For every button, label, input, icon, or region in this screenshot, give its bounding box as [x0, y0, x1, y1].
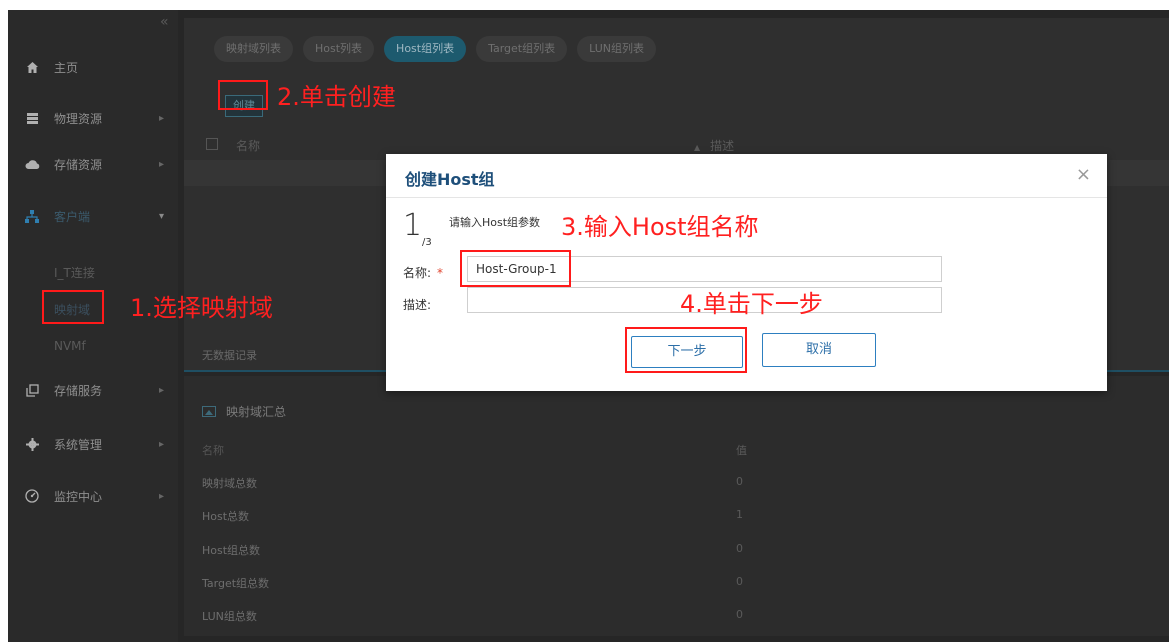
sub-item-it-connection[interactable]: I_T连接	[54, 264, 95, 281]
tab-host-group-list[interactable]: Host组列表	[384, 36, 467, 62]
summary-row-key: Host组总数	[202, 544, 261, 557]
summary-header-name: 名称	[202, 444, 224, 457]
copy-icon	[24, 382, 40, 398]
image-icon	[202, 406, 216, 417]
cancel-button[interactable]: 取消	[762, 333, 876, 367]
summary-row: Target组总数 0	[202, 575, 1142, 608]
nav-item-storage-resources[interactable]: 存储资源 ▸	[8, 146, 178, 182]
annotation-step-2: 2.单击创建	[277, 83, 396, 111]
annotation-step-4: 4.单击下一步	[680, 290, 823, 318]
step-total: /3	[422, 237, 432, 248]
summary-row-key: Target组总数	[202, 577, 270, 590]
sort-asc-icon: ▲	[694, 143, 701, 152]
summary-title: 映射域汇总	[202, 403, 286, 420]
annotation-box-mapping-domain	[42, 290, 104, 324]
gear-icon	[24, 436, 40, 452]
required-mark: *	[437, 266, 444, 280]
summary-header-value: 值	[736, 444, 747, 457]
tab-bar: 映射域列表 Host列表 Host组列表 Target组列表 LUN组列表	[214, 36, 656, 62]
column-header-name[interactable]: 名称	[236, 137, 260, 154]
summary-row-value: 0	[736, 575, 743, 588]
annotation-box-name-input	[460, 250, 571, 287]
cloud-icon	[24, 156, 40, 172]
chevron-right-icon: ▸	[158, 158, 164, 170]
nav-item-client[interactable]: 客户端 ▾	[8, 198, 178, 234]
annotation-box-create	[218, 80, 268, 110]
summary-row-key: Host总数	[202, 510, 250, 523]
network-icon	[24, 208, 40, 224]
name-label: 名称: *	[403, 264, 443, 281]
gauge-icon	[24, 488, 40, 504]
desc-label: 描述:	[403, 298, 432, 312]
chevron-down-icon: ▾	[158, 210, 164, 222]
sidebar: « 主页 物理资源 ▸ 存储资源 ▸ 客户端 ▾ I_T连接 映射域 NVMf …	[8, 10, 178, 642]
tab-target-group-list[interactable]: Target组列表	[476, 36, 568, 62]
summary-row-key: 映射域总数	[202, 477, 257, 490]
summary-row: Host总数 1	[202, 508, 1142, 541]
chevron-right-icon: ▸	[158, 490, 164, 502]
step-description: 请输入Host组参数	[449, 216, 541, 229]
nav-label-client: 客户端	[54, 209, 91, 224]
nav-item-storage-service[interactable]: 存储服务 ▸	[8, 372, 178, 408]
step-current: 1	[403, 208, 423, 243]
summary-title-text: 映射域汇总	[226, 405, 287, 419]
chevron-right-icon: ▸	[158, 438, 164, 450]
nav-label-home: 主页	[54, 60, 79, 75]
summary-row: Host组总数 0	[202, 542, 1142, 575]
close-icon[interactable]: ×	[1076, 164, 1091, 185]
nav-label-system-management: 系统管理	[54, 437, 103, 452]
tab-mapping-domain-list[interactable]: 映射域列表	[214, 36, 293, 62]
nav-label-monitoring-center: 监控中心	[54, 489, 103, 504]
nav-label-storage-service: 存储服务	[54, 383, 103, 398]
annotation-box-next	[625, 327, 747, 373]
empty-records-text: 无数据记录	[202, 349, 257, 362]
sub-item-nvmf[interactable]: NVMf	[54, 339, 86, 353]
summary-row: LUN组总数 0	[202, 608, 1142, 641]
nav-item-physical-resources[interactable]: 物理资源 ▸	[8, 100, 178, 136]
dialog-title: 创建Host组	[405, 170, 495, 189]
annotation-step-1: 1.选择映射域	[130, 294, 273, 322]
summary-row-value: 1	[736, 508, 743, 521]
summary-row-value: 0	[736, 542, 743, 555]
server-icon	[24, 110, 40, 126]
nav-label-physical-resources: 物理资源	[54, 111, 103, 126]
dialog-header: 创建Host组 ×	[386, 154, 1107, 198]
nav-item-home[interactable]: 主页	[8, 49, 178, 85]
tab-host-list[interactable]: Host列表	[303, 36, 375, 62]
chevron-right-icon: ▸	[158, 112, 164, 124]
tab-lun-group-list[interactable]: LUN组列表	[577, 36, 656, 62]
annotation-step-3: 3.输入Host组名称	[561, 213, 759, 241]
column-header-desc[interactable]: ▲ 描述	[694, 137, 734, 154]
home-icon	[24, 59, 40, 75]
chevron-right-icon: ▸	[158, 384, 164, 396]
name-label-text: 名称:	[403, 266, 432, 280]
select-all-checkbox[interactable]	[206, 138, 218, 150]
summary-row: 映射域总数 0	[202, 475, 1142, 508]
summary-row-key: LUN组总数	[202, 610, 257, 623]
collapse-sidebar-icon[interactable]: «	[160, 14, 169, 30]
summary-row-value: 0	[736, 608, 743, 621]
nav-label-storage-resources: 存储资源	[54, 157, 103, 172]
column-header-desc-label: 描述	[710, 139, 735, 153]
nav-item-system-management[interactable]: 系统管理 ▸	[8, 426, 178, 462]
summary-header-row: 名称 值	[202, 442, 1142, 475]
summary-row-value: 0	[736, 475, 743, 488]
nav-item-monitoring-center[interactable]: 监控中心 ▸	[8, 478, 178, 514]
